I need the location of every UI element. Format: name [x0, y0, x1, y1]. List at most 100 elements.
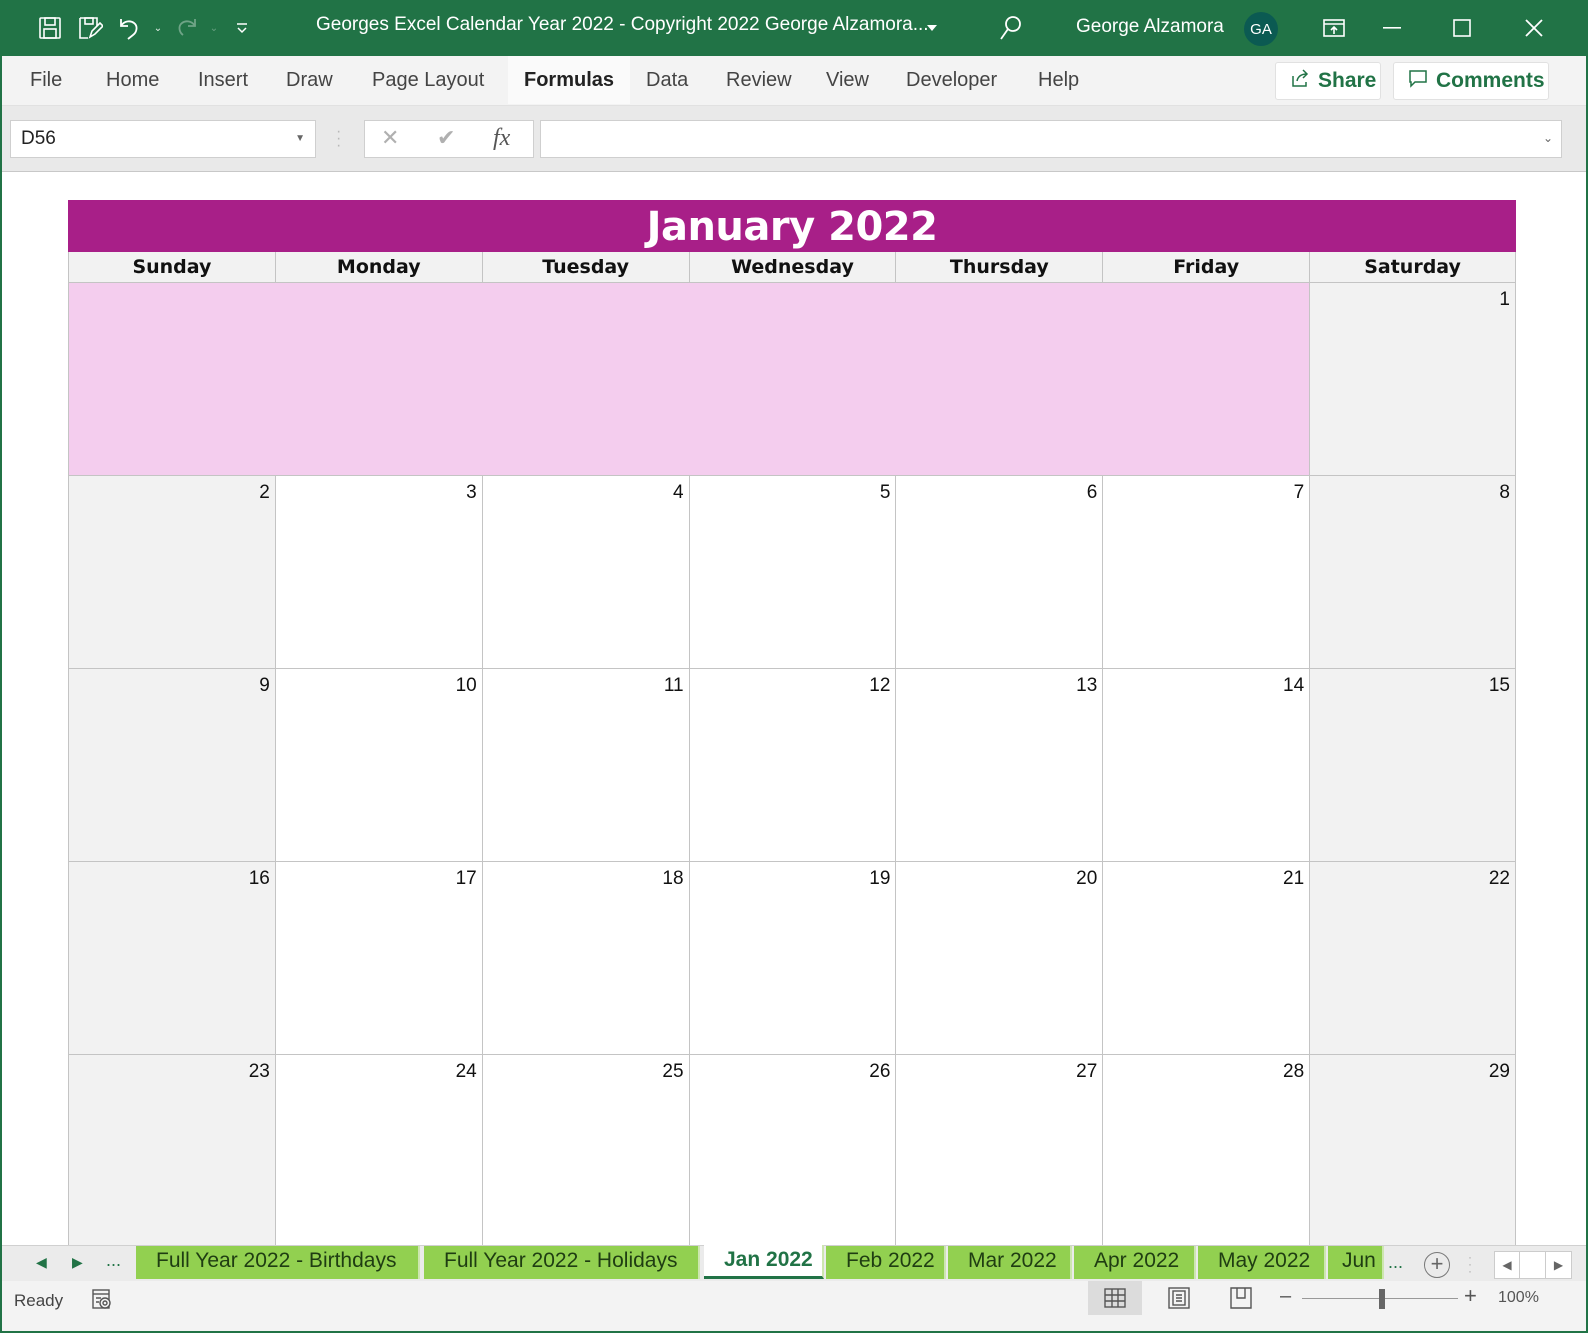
calendar-day-cell[interactable]: 17 — [274, 862, 482, 1055]
scroll-tabs-left-icon[interactable]: ◀ — [36, 1254, 47, 1271]
calendar-day-cell[interactable]: 22 — [1309, 862, 1516, 1055]
calendar-day-cell[interactable]: 14 — [1102, 669, 1310, 862]
calendar-day-cell[interactable]: 25 — [481, 1055, 689, 1245]
tab-home[interactable]: Home — [90, 56, 175, 104]
calendar-day-cell[interactable]: 9 — [68, 669, 275, 862]
maximize-button[interactable] — [1432, 0, 1492, 56]
calendar-day-cell[interactable]: 6 — [895, 476, 1103, 669]
zoom-slider-thumb[interactable] — [1379, 1289, 1385, 1309]
zoom-level[interactable]: 100% — [1498, 1289, 1539, 1307]
sheet-tab-active[interactable]: Jan 2022 — [704, 1245, 824, 1279]
sheet-tab[interactable]: Apr 2022 — [1074, 1246, 1196, 1279]
tab-insert[interactable]: Insert — [182, 56, 264, 104]
tab-split-handle[interactable]: · · · — [1468, 1251, 1472, 1277]
weekday-header[interactable]: Monday — [274, 252, 482, 283]
calendar-day-cell[interactable]: 3 — [274, 476, 482, 669]
comments-button[interactable]: Comments — [1393, 62, 1549, 100]
calendar-day-cell[interactable]: 18 — [481, 862, 689, 1055]
search-icon[interactable] — [998, 14, 1024, 47]
sheet-tab[interactable]: May 2022 — [1198, 1246, 1326, 1279]
tab-data[interactable]: Data — [630, 56, 704, 104]
calendar-day-cell[interactable]: 2 — [68, 476, 275, 669]
insert-function-icon[interactable]: fx — [493, 125, 510, 152]
user-name[interactable]: George Alzamora — [1076, 16, 1224, 38]
zoom-out-button[interactable]: – — [1280, 1285, 1291, 1308]
formula-input[interactable]: ⌄ — [540, 120, 1562, 158]
calendar-day-cell[interactable]: 26 — [688, 1055, 896, 1245]
cancel-icon[interactable]: ✕ — [381, 125, 399, 151]
enter-check-icon[interactable]: ✔ — [437, 125, 455, 151]
sheet-tab[interactable]: Feb 2022 — [826, 1246, 946, 1279]
calendar-day-cell[interactable]: 7 — [1102, 476, 1310, 669]
weekday-header[interactable]: Saturday — [1309, 252, 1516, 283]
calendar-day-cell[interactable]: 11 — [481, 669, 689, 862]
calendar-day-cell[interactable]: 29 — [1309, 1055, 1516, 1245]
calendar-day-cell[interactable]: 27 — [895, 1055, 1103, 1245]
calendar-day-cell[interactable]: 28 — [1102, 1055, 1310, 1245]
calendar-day-cell[interactable]: 13 — [895, 669, 1103, 862]
weekday-header[interactable]: Tuesday — [481, 252, 689, 283]
calendar-blank-cell[interactable] — [68, 283, 275, 476]
calendar-day-cell[interactable]: 20 — [895, 862, 1103, 1055]
undo-dropdown-icon[interactable]: ⌄ — [150, 23, 166, 34]
calendar-blank-cell[interactable] — [1102, 283, 1310, 476]
calendar-day-cell[interactable]: 23 — [68, 1055, 275, 1245]
normal-view-button[interactable] — [1088, 1281, 1142, 1315]
new-sheet-button[interactable]: + — [1424, 1252, 1450, 1278]
tab-formulas[interactable]: Formulas — [508, 56, 631, 104]
tab-help[interactable]: Help — [1022, 56, 1095, 104]
tab-review[interactable]: Review — [710, 56, 808, 104]
redo-icon[interactable] — [166, 8, 206, 48]
formula-bar-resize-handle[interactable]: · · · — [336, 124, 341, 154]
calendar-day-cell[interactable]: 1 — [1309, 283, 1516, 476]
weekday-header[interactable]: Sunday — [68, 252, 275, 283]
calendar-day-cell[interactable]: 19 — [688, 862, 896, 1055]
more-tabs-left[interactable]: ... — [106, 1250, 121, 1271]
page-break-preview-button[interactable] — [1214, 1281, 1268, 1315]
calendar-blank-cell[interactable] — [274, 283, 482, 476]
minimize-button[interactable] — [1362, 0, 1422, 56]
more-tabs-right[interactable]: ... — [1388, 1252, 1403, 1273]
tab-file[interactable]: File — [14, 56, 78, 104]
expand-formula-bar-icon[interactable]: ⌄ — [1543, 131, 1553, 145]
share-button[interactable]: Share — [1275, 62, 1381, 100]
sheet-tab[interactable]: Full Year 2022 - Birthdays — [136, 1246, 420, 1279]
weekday-header[interactable]: Friday — [1102, 252, 1309, 283]
scroll-tabs-right-icon[interactable]: ▶ — [72, 1254, 83, 1271]
page-layout-view-button[interactable] — [1152, 1281, 1206, 1315]
hscroll-left-button[interactable]: ◀ — [1494, 1251, 1520, 1279]
tab-developer[interactable]: Developer — [890, 56, 1013, 104]
sheet-tab[interactable]: Jun — [1328, 1246, 1384, 1279]
undo-icon[interactable] — [110, 8, 150, 48]
save-icon[interactable] — [30, 8, 70, 48]
calendar-day-cell[interactable]: 12 — [688, 669, 896, 862]
calendar-blank-cell[interactable] — [481, 283, 689, 476]
weekday-header[interactable]: Wednesday — [688, 252, 896, 283]
save-as-edit-icon[interactable] — [70, 8, 110, 48]
redo-dropdown-icon[interactable]: ⌄ — [206, 23, 222, 34]
title-dropdown-icon[interactable] — [926, 20, 938, 38]
calendar-day-cell[interactable]: 21 — [1102, 862, 1310, 1055]
calendar-day-cell[interactable]: 15 — [1309, 669, 1516, 862]
tab-page-layout[interactable]: Page Layout — [356, 56, 500, 104]
zoom-in-button[interactable]: + — [1464, 1283, 1477, 1309]
close-button[interactable] — [1504, 0, 1564, 56]
calendar-day-cell[interactable]: 16 — [68, 862, 275, 1055]
accessibility-checker-icon[interactable] — [90, 1287, 114, 1316]
worksheet-grid[interactable]: January 2022 Sunday Monday Tuesday Wedne… — [2, 173, 1586, 1245]
hscroll-thumb[interactable] — [1520, 1251, 1546, 1279]
name-box-dropdown-icon[interactable]: ▼ — [295, 121, 305, 157]
name-box[interactable]: D56 ▼ — [10, 120, 316, 158]
calendar-day-cell[interactable]: 8 — [1309, 476, 1516, 669]
calendar-blank-cell[interactable] — [688, 283, 896, 476]
avatar[interactable]: GA — [1244, 12, 1278, 46]
ribbon-display-options-button[interactable] — [1304, 0, 1364, 56]
calendar-day-cell[interactable]: 24 — [274, 1055, 482, 1245]
tab-view[interactable]: View — [810, 56, 885, 104]
sheet-tab[interactable]: Full Year 2022 - Holidays — [424, 1246, 700, 1279]
tab-draw[interactable]: Draw — [270, 56, 349, 104]
calendar-day-cell[interactable]: 4 — [481, 476, 689, 669]
customize-qat-icon[interactable] — [222, 8, 262, 48]
weekday-header[interactable]: Thursday — [895, 252, 1102, 283]
calendar-day-cell[interactable]: 5 — [688, 476, 896, 669]
